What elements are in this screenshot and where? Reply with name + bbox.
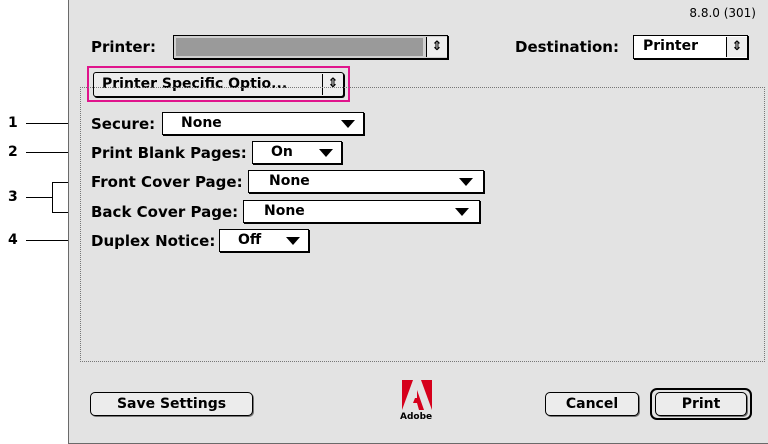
cancel-button[interactable]: Cancel: [545, 392, 639, 416]
duplex-notice-select[interactable]: Off: [219, 229, 309, 252]
destination-value: Printer: [643, 38, 699, 54]
duplex-notice-value: Off: [238, 232, 262, 248]
callout-2: 2: [8, 144, 18, 160]
adobe-logo-text: Adobe: [400, 412, 433, 422]
print-blank-pages-select[interactable]: On: [252, 141, 342, 164]
secure-arrow-icon: [341, 120, 355, 128]
secure-label: Secure:: [91, 115, 156, 133]
destination-select[interactable]: Printer ⇕: [633, 35, 748, 59]
print-blank-pages-label: Print Blank Pages:: [91, 144, 247, 162]
back-cover-page-value: None: [264, 203, 305, 219]
secure-value: None: [181, 115, 222, 131]
callout-4: 4: [8, 232, 18, 248]
printer-label: Printer:: [91, 38, 156, 56]
callout-3: 3: [8, 189, 18, 205]
front-cover-page-arrow-icon: [459, 178, 473, 186]
front-cover-page-select[interactable]: None: [248, 170, 484, 193]
secure-select[interactable]: None: [162, 112, 364, 135]
print-blank-pages-arrow-icon: [319, 149, 333, 157]
printer-stepper-icon: ⇕: [426, 37, 447, 57]
callout-1: 1: [8, 115, 18, 131]
back-cover-page-label: Back Cover Page:: [91, 203, 239, 221]
duplex-notice-arrow-icon: [286, 237, 300, 245]
printer-value-field: [176, 38, 423, 56]
print-button[interactable]: Print: [655, 392, 747, 416]
version-text: 8.8.0 (301): [689, 6, 756, 20]
leader-bracket-3: [52, 182, 53, 212]
destination-stepper-icon: ⇕: [726, 37, 747, 57]
leader-line-3: [26, 197, 52, 198]
front-cover-page-value: None: [269, 173, 310, 189]
print-blank-pages-value: On: [271, 144, 293, 160]
back-cover-page-select[interactable]: None: [243, 200, 480, 223]
duplex-notice-label: Duplex Notice:: [91, 232, 216, 250]
destination-label: Destination:: [515, 38, 619, 56]
front-cover-page-label: Front Cover Page:: [91, 173, 243, 191]
adobe-logo-icon: Adobe: [400, 378, 434, 426]
save-settings-button[interactable]: Save Settings: [90, 392, 253, 416]
printer-select[interactable]: ⇕: [173, 35, 448, 59]
back-cover-page-arrow-icon: [455, 208, 469, 216]
